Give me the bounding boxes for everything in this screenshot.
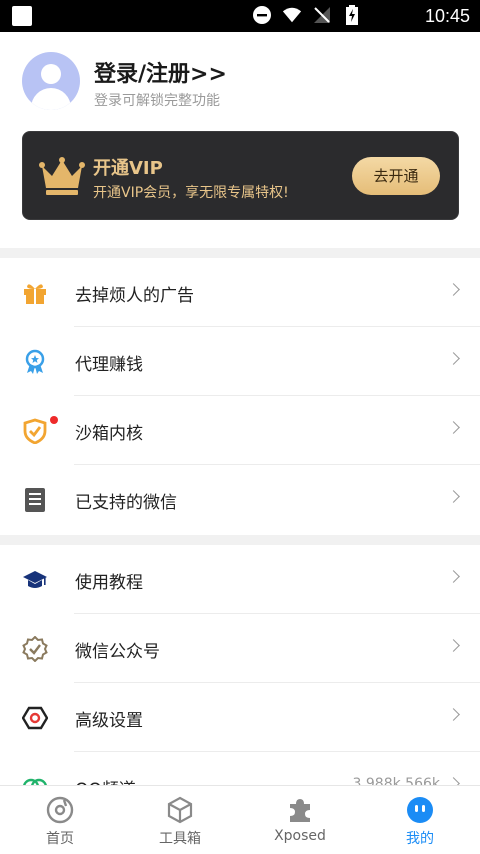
notification-icon xyxy=(12,6,32,26)
menu-item-agent-earn[interactable]: 代理赚钱 xyxy=(0,327,480,396)
graduation-cap-icon xyxy=(23,571,47,588)
menu-item-tutorial[interactable]: 使用教程 xyxy=(0,545,480,614)
status-bar: 10:45 xyxy=(0,0,480,32)
chevron-right-icon xyxy=(447,421,460,434)
tab-label: 首页 xyxy=(46,831,74,847)
menu-item-supported-wechat[interactable]: 已支持的微信 xyxy=(0,465,480,534)
chevron-right-icon xyxy=(447,639,460,652)
tab-label: 工具箱 xyxy=(159,831,201,847)
menu-item-sandbox-kernel[interactable]: 沙箱内核 xyxy=(0,396,480,465)
battery-charging-icon xyxy=(342,5,362,25)
menu-item-remove-ads[interactable]: 去掉烦人的广告 xyxy=(0,258,480,327)
gift-icon xyxy=(24,284,46,304)
chevron-right-icon xyxy=(447,490,460,503)
menu-label: 微信公众号 xyxy=(75,642,160,662)
vip-subtitle: 开通VIP会员，享无限专属特权! xyxy=(93,185,289,201)
tab-toolbox[interactable]: 工具箱 xyxy=(120,786,240,854)
open-vip-button[interactable]: 去开通 xyxy=(352,157,440,195)
chevron-right-icon xyxy=(447,708,460,721)
document-list-icon xyxy=(25,488,45,512)
tab-home[interactable]: 首页 xyxy=(0,786,120,854)
hexagon-settings-icon xyxy=(22,706,48,730)
no-signal-icon xyxy=(312,5,332,25)
home-disc-icon xyxy=(46,796,74,824)
tab-label: 我的 xyxy=(406,831,434,847)
login-subtitle: 登录可解锁完整功能 xyxy=(94,93,220,109)
chevron-right-icon xyxy=(447,283,460,296)
section-divider xyxy=(0,535,480,545)
tab-label: Xposed xyxy=(274,828,326,844)
shield-check-icon xyxy=(23,418,47,444)
award-ribbon-icon xyxy=(25,349,45,374)
menu-label: 去掉烦人的广告 xyxy=(75,286,194,306)
menu-label: 代理赚钱 xyxy=(75,355,143,375)
bottom-navigation: 首页 工具箱 Xposed 我的 xyxy=(0,785,480,854)
verified-badge-icon xyxy=(22,636,48,662)
chevron-right-icon xyxy=(447,570,460,583)
profile-header[interactable]: 登录/注册>> 登录可解锁完整功能 xyxy=(0,32,480,122)
menu-label: 已支持的微信 xyxy=(75,493,177,513)
crown-icon xyxy=(39,157,85,195)
puzzle-icon xyxy=(290,799,310,822)
section-divider xyxy=(0,248,480,258)
tab-mine[interactable]: 我的 xyxy=(360,786,480,854)
chevron-right-icon xyxy=(447,352,460,365)
do-not-disturb-icon xyxy=(252,5,272,25)
menu-label: 沙箱内核 xyxy=(75,424,143,444)
new-badge-dot xyxy=(50,416,58,424)
vip-title: 开通VIP xyxy=(93,158,163,179)
mine-face-icon xyxy=(407,797,433,823)
status-time: 10:45 xyxy=(424,6,470,26)
menu-item-advanced-settings[interactable]: 高级设置 xyxy=(0,683,480,752)
wifi-icon xyxy=(282,5,302,25)
cube-icon xyxy=(167,796,193,824)
vip-card[interactable]: 开通VIP 开通VIP会员，享无限专属特权! 去开通 xyxy=(22,131,459,220)
menu-label: 使用教程 xyxy=(75,573,143,593)
login-register-link[interactable]: 登录/注册>> xyxy=(94,56,227,88)
avatar[interactable] xyxy=(22,52,80,110)
tab-xposed[interactable]: Xposed xyxy=(240,786,360,854)
menu-item-wechat-official[interactable]: 微信公众号 xyxy=(0,614,480,683)
menu-label: 高级设置 xyxy=(75,711,143,731)
